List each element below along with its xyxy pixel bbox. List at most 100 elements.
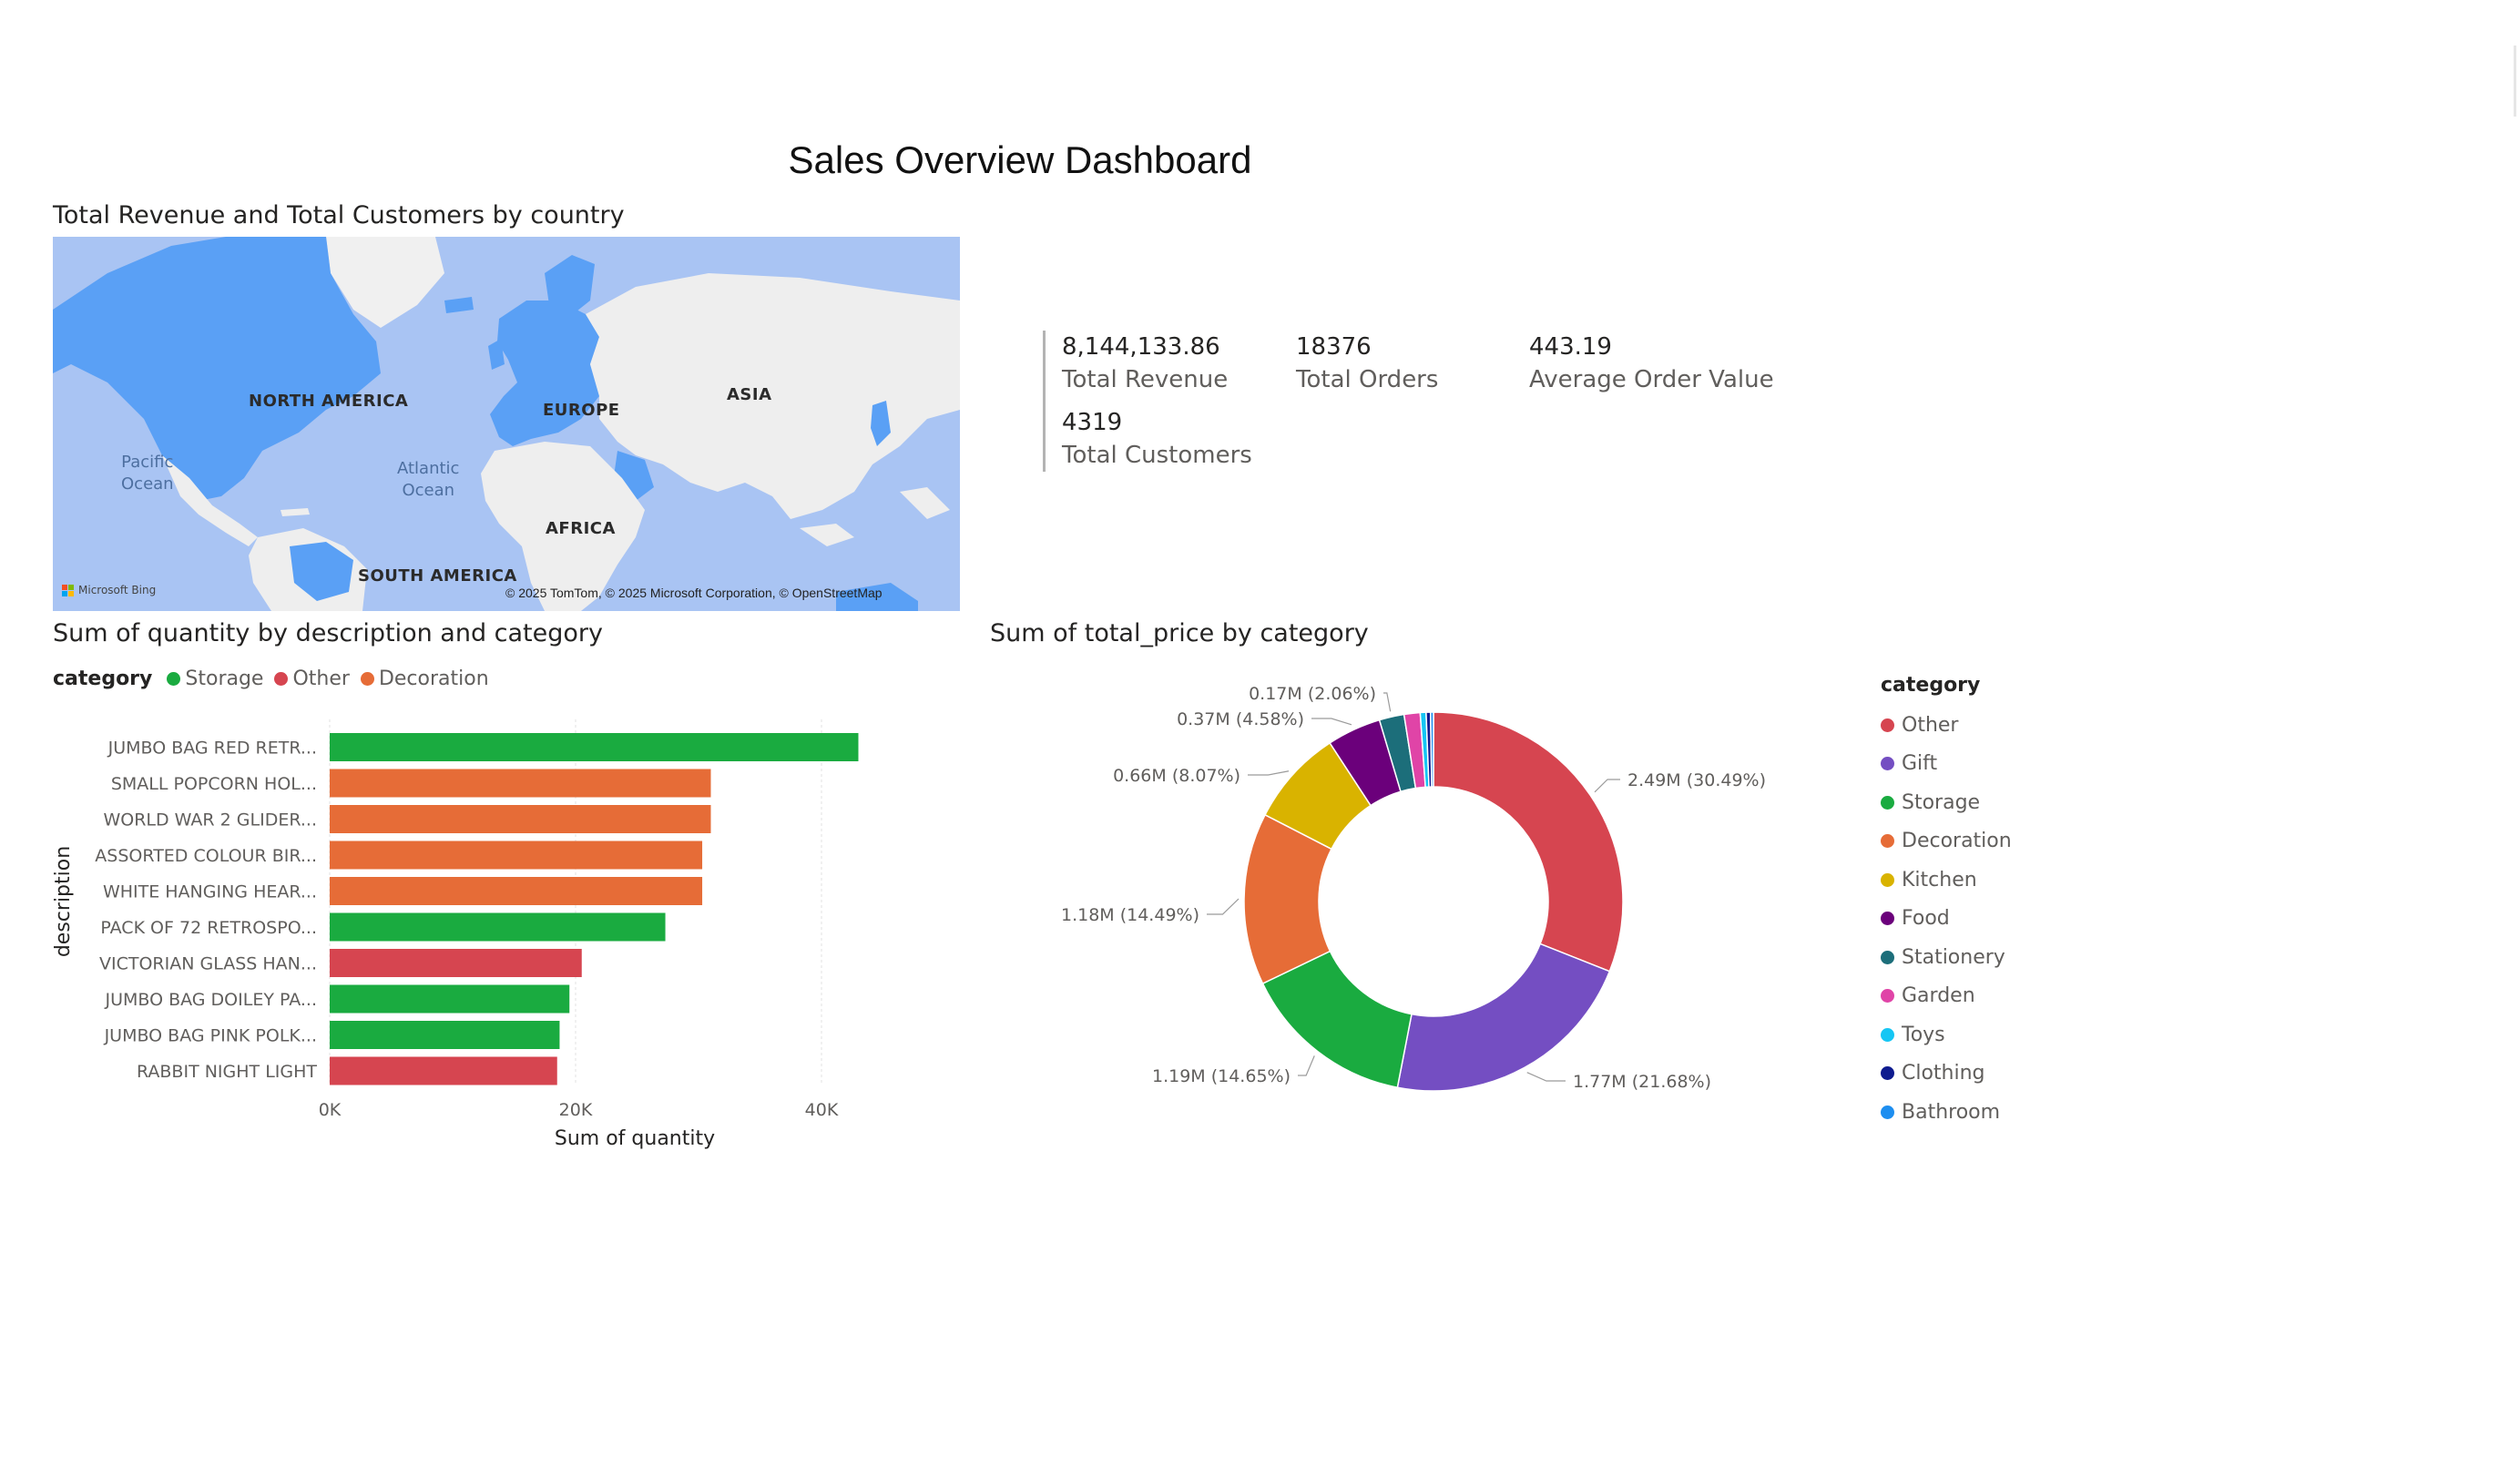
legend-item-gift[interactable]: Gift xyxy=(1881,745,2012,784)
country-map[interactable]: NORTH AMERICA EUROPE ASIA AFRICA SOUTH A… xyxy=(53,237,960,611)
data-label: 0.17M (2.06%) xyxy=(1249,684,1376,704)
bar[interactable] xyxy=(330,805,711,833)
y-tick-label: JUMBO BAG DOILEY PA... xyxy=(104,990,317,1010)
continent-label-north-america: NORTH AMERICA xyxy=(249,392,409,411)
data-label-leader xyxy=(1311,718,1352,726)
legend-item-kitchen[interactable]: Kitchen xyxy=(1881,861,2012,900)
y-tick-label: WORLD WAR 2 GLIDER... xyxy=(103,810,317,830)
page-scrollbar[interactable] xyxy=(2514,46,2516,117)
kpi-average-order-value[interactable]: 443.19 Average Order Value xyxy=(1529,333,1774,393)
legend-label: Storage xyxy=(1902,790,1981,814)
donut-chart[interactable]: 2.49M (30.49%) 1.77M (21.68%) 1.19M (14.65… xyxy=(990,665,1810,1138)
legend-dot-icon xyxy=(1881,1105,1894,1119)
legend-dot-icon xyxy=(1881,872,1894,887)
y-tick-label: RABBIT NIGHT LIGHT xyxy=(137,1062,317,1082)
y-axis-title: description xyxy=(52,846,75,957)
bing-label: Microsoft Bing xyxy=(78,584,157,596)
legend-dot-icon xyxy=(1881,912,1894,926)
legend-item-decoration[interactable]: Decoration xyxy=(360,667,489,690)
kpi-accent-bar xyxy=(1043,331,1046,472)
kpi-label: Average Order Value xyxy=(1529,366,1774,393)
bar[interactable] xyxy=(330,841,703,870)
continent-label-africa: AFRICA xyxy=(546,519,616,538)
legend-dot-icon xyxy=(1881,757,1894,771)
legend-label: Decoration xyxy=(378,667,489,690)
donut-slice[interactable] xyxy=(1433,711,1624,973)
bar[interactable] xyxy=(330,1021,560,1049)
legend-dot-icon xyxy=(1881,1066,1894,1081)
y-tick-label: JUMBO BAG RED RETR... xyxy=(107,739,317,759)
kpi-total-customers[interactable]: 4319 Total Customers xyxy=(1062,409,1252,469)
donut-chart-title: Sum of total_price by category xyxy=(990,619,1369,647)
kpi-label: Total Customers xyxy=(1062,442,1252,469)
legend-item-storage[interactable]: Storage xyxy=(1881,783,2012,822)
bing-attribution: Microsoft Bing xyxy=(62,584,156,596)
kpi-label: Total Revenue xyxy=(1062,366,1229,393)
kpi-value: 18376 xyxy=(1296,333,1372,361)
kpi-value: 8,144,133.86 xyxy=(1062,333,1220,361)
y-tick-label: PACK OF 72 RETROSPO... xyxy=(100,918,317,938)
legend-item-food[interactable]: Food xyxy=(1881,900,2012,939)
ocean-label-pacific: Pacific Ocean xyxy=(121,453,174,494)
legend-title: category xyxy=(1881,674,1981,697)
legend-item-stationery[interactable]: Stationery xyxy=(1881,938,2012,977)
data-label: 1.77M (21.68%) xyxy=(1573,1072,1711,1092)
continent-label-south-america: SOUTH AMERICA xyxy=(358,566,517,586)
kpi-total-revenue[interactable]: 8,144,133.86 Total Revenue xyxy=(1062,333,1228,393)
bar[interactable] xyxy=(330,912,666,942)
legend-item-garden[interactable]: Garden xyxy=(1881,977,2012,1016)
x-tick-label: 0K xyxy=(319,1100,342,1120)
legend-label: Garden xyxy=(1902,984,1975,1008)
x-tick-label: 40K xyxy=(805,1100,839,1120)
donut-slice[interactable] xyxy=(1396,942,1611,1092)
legend-label: Food xyxy=(1902,907,1950,931)
legend-dot-icon xyxy=(1881,795,1894,810)
y-tick-label: WHITE HANGING HEAR... xyxy=(103,882,317,902)
donut-chart-legend: category Other Gift Storage Decoration Kitch… xyxy=(1881,674,2012,1132)
bar-chart-title: Sum of quantity by description and categ… xyxy=(53,619,603,647)
bar[interactable] xyxy=(330,1056,557,1085)
continent-label-asia: ASIA xyxy=(727,385,772,404)
legend-item-other[interactable]: Other xyxy=(274,667,350,690)
legend-label: Clothing xyxy=(1902,1062,1985,1085)
map-copyright[interactable]: © 2025 TomTom, © 2025 Microsoft Corporat… xyxy=(505,586,883,600)
bar[interactable] xyxy=(330,769,711,798)
legend-item-clothing[interactable]: Clothing xyxy=(1881,1055,2012,1094)
legend-label: Bathroom xyxy=(1902,1100,2001,1124)
legend-label: Decoration xyxy=(1902,830,2012,853)
donut-slice[interactable] xyxy=(1429,711,1434,788)
x-tick-label: 20K xyxy=(559,1100,593,1120)
legend-dot-icon xyxy=(274,672,289,686)
bar-chart[interactable]: 0K 20K 40K JUMBO BAG RED RETR... SMALL POPCO… xyxy=(36,701,947,1156)
legend-item-other[interactable]: Other xyxy=(1881,706,2012,745)
legend-item-decoration[interactable]: Decoration xyxy=(1881,822,2012,861)
y-tick-label: VICTORIAN GLASS HAN... xyxy=(99,954,317,974)
legend-item-storage[interactable]: Storage xyxy=(167,667,263,690)
bar[interactable] xyxy=(330,877,703,905)
y-tick-label: ASSORTED COLOUR BIR... xyxy=(95,846,317,866)
microsoft-logo-icon xyxy=(62,584,74,596)
legend-dot-icon xyxy=(1881,834,1894,849)
bar-chart-legend: category Storage Other Decoration xyxy=(53,667,500,690)
x-axis-title: Sum of quantity xyxy=(555,1127,715,1150)
data-label: 2.49M (30.49%) xyxy=(1627,770,1766,790)
legend-label: Kitchen xyxy=(1902,868,1977,892)
legend-label: Other xyxy=(1902,713,1959,737)
legend-item-bathroom[interactable]: Bathroom xyxy=(1881,1093,2012,1132)
map-visual-title: Total Revenue and Total Customers by cou… xyxy=(53,201,625,229)
kpi-total-orders[interactable]: 18376 Total Orders xyxy=(1296,333,1438,393)
data-label-leader xyxy=(1298,1055,1315,1076)
legend-dot-icon xyxy=(360,672,374,686)
y-tick-label: SMALL POPCORN HOL... xyxy=(111,774,317,794)
bar[interactable] xyxy=(330,733,859,761)
legend-label: Other xyxy=(292,667,350,690)
legend-label: Storage xyxy=(185,667,264,690)
legend-dot-icon xyxy=(1881,718,1894,732)
data-label-leader xyxy=(1594,779,1620,793)
bar[interactable] xyxy=(330,949,582,977)
legend-label: Gift xyxy=(1902,752,1938,776)
bar[interactable] xyxy=(330,984,570,1014)
legend-item-toys[interactable]: Toys xyxy=(1881,1015,2012,1055)
y-tick-label: JUMBO BAG PINK POLK... xyxy=(104,1026,317,1046)
data-label-leader xyxy=(1248,770,1290,776)
